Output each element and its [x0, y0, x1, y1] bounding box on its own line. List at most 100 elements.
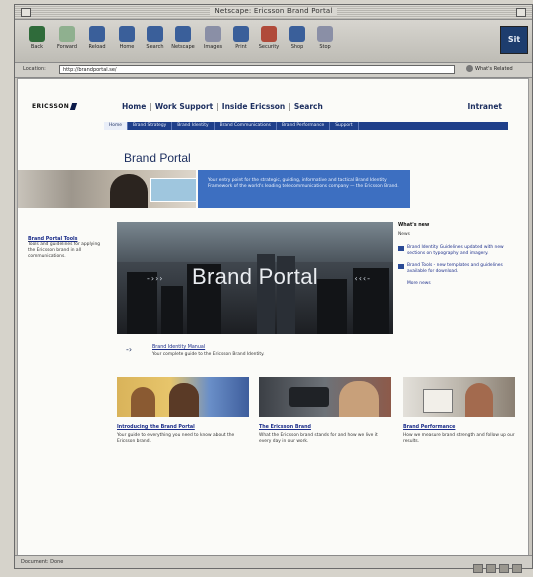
- subnav-home[interactable]: Home: [104, 122, 128, 130]
- hero-strip: Your entry point for the strategic, guid…: [18, 170, 528, 208]
- nav-home[interactable]: Home: [122, 102, 146, 111]
- security-label: Security: [258, 44, 280, 50]
- subnav-support[interactable]: Support: [330, 122, 359, 130]
- related-icon: [466, 65, 473, 72]
- zoom-box[interactable]: [516, 8, 526, 17]
- location-label: Location:: [23, 66, 46, 72]
- shop-label: Shop: [290, 44, 304, 50]
- card-brand-performance[interactable]: Brand Performance How we measure brand s…: [403, 377, 515, 445]
- logo-mark-icon: [70, 103, 78, 110]
- forward-icon: [59, 26, 75, 42]
- images-button[interactable]: Images: [201, 24, 225, 58]
- card-image-phone: [259, 377, 391, 417]
- news-subheading: News: [398, 232, 410, 237]
- hero-intro-box: Your entry point for the strategic, guid…: [198, 170, 410, 208]
- left-sidebar-link[interactable]: Brand Portal Tools Tools and guidelines …: [28, 237, 106, 260]
- print-button[interactable]: Print: [229, 24, 253, 58]
- card-title[interactable]: Introducing the Brand Portal: [117, 425, 249, 430]
- banner-title: Brand Portal: [192, 264, 318, 289]
- content-cards: Introducing the Brand Portal Your guide …: [117, 377, 517, 487]
- site-logo[interactable]: ERICSSON: [32, 103, 78, 110]
- nav-separator: |: [216, 102, 219, 111]
- feature-description: Your complete guide to the Ericsson Bran…: [152, 352, 265, 357]
- stop-button[interactable]: Stop: [313, 24, 337, 58]
- subnav-brand-strategy[interactable]: Brand Strategy: [128, 122, 173, 130]
- intranet-link[interactable]: Intranet: [468, 102, 503, 111]
- banner-building: [161, 286, 183, 334]
- news-item-text[interactable]: Brand Identity Guidelines updated with n…: [407, 245, 504, 256]
- home-button[interactable]: Home: [115, 24, 139, 58]
- navigation-toolbar: Back Forward Reload Home Search Netscape…: [15, 20, 532, 63]
- component-icon[interactable]: [486, 564, 496, 573]
- nav-work-support[interactable]: Work Support: [155, 102, 213, 111]
- news-item[interactable]: Brand Tools - new templates and guidelin…: [398, 263, 518, 275]
- related-label: What's Related: [475, 66, 513, 72]
- status-text: Document: Done: [21, 559, 64, 565]
- news-list: Brand Identity Guidelines updated with n…: [398, 245, 518, 275]
- images-icon: [205, 26, 221, 42]
- subnav-brand-performance[interactable]: Brand Performance: [277, 122, 331, 130]
- brand-portal-banner[interactable]: -››› ‹‹‹- Brand Portal: [117, 222, 393, 334]
- security-icon: [261, 26, 277, 42]
- page-title: Brand Portal: [124, 151, 191, 165]
- mail-icon[interactable]: [499, 564, 509, 573]
- netscape-button[interactable]: Netscape: [171, 24, 195, 58]
- top-navigation: Home | Work Support | Inside Ericsson | Search: [122, 102, 323, 111]
- composer-icon[interactable]: [512, 564, 522, 573]
- print-icon: [233, 26, 249, 42]
- whats-related-button[interactable]: What's Related: [466, 65, 526, 74]
- arrow-right-icon: -›: [126, 345, 133, 354]
- card-description: What the Ericsson brand stands for and h…: [259, 433, 378, 444]
- more-news-link[interactable]: More news: [407, 281, 518, 286]
- card-introducing[interactable]: Introducing the Brand Portal Your guide …: [117, 377, 249, 445]
- search-label: Search: [146, 44, 164, 50]
- back-button[interactable]: Back: [25, 24, 49, 58]
- card-description: Your guide to everything you need to kno…: [117, 433, 235, 444]
- security-button[interactable]: Security: [257, 24, 281, 58]
- forward-button[interactable]: Forward: [55, 24, 79, 58]
- logo-text: ERICSSON: [32, 103, 70, 110]
- nav-separator: |: [288, 102, 291, 111]
- url-field[interactable]: http://brandportal.se/: [59, 65, 455, 74]
- card-image-people: [117, 377, 249, 417]
- nav-inside-ericsson[interactable]: Inside Ericsson: [222, 102, 286, 111]
- status-bar: Document: Done: [15, 555, 532, 573]
- status-icons: [470, 558, 522, 577]
- forward-label: Forward: [56, 44, 78, 50]
- back-icon: [29, 26, 45, 42]
- images-label: Images: [203, 44, 223, 50]
- lock-icon[interactable]: [473, 564, 483, 573]
- news-item[interactable]: Brand Identity Guidelines updated with n…: [398, 245, 518, 257]
- subnav-brand-identity[interactable]: Brand Identity: [172, 122, 215, 130]
- card-ericsson-brand[interactable]: The Ericsson Brand What the Ericsson bra…: [259, 377, 391, 445]
- reload-button[interactable]: Reload: [85, 24, 109, 58]
- hero-person-silhouette: [110, 174, 148, 208]
- left-link-description: Tools and guidelines for applying the Er…: [28, 242, 101, 259]
- home-icon: [119, 26, 135, 42]
- card-title[interactable]: The Ericsson Brand: [259, 425, 391, 430]
- shop-button[interactable]: Shop: [285, 24, 309, 58]
- page-content: ERICSSON Home | Work Support | Inside Ericss…: [17, 78, 529, 556]
- card-title[interactable]: Brand Performance: [403, 425, 515, 430]
- search-button[interactable]: Search: [143, 24, 167, 58]
- feature-title[interactable]: Brand Identity Manual: [152, 345, 205, 350]
- bullet-icon: [398, 264, 404, 269]
- netscape-icon: [175, 26, 191, 42]
- news-column: What's new News Brand Identity Guideline…: [398, 223, 518, 286]
- title-bar[interactable]: Netscape: Ericsson Brand Portal: [15, 5, 532, 20]
- print-label: Print: [235, 44, 247, 50]
- subnav-brand-communications[interactable]: Brand Communications: [215, 122, 277, 130]
- back-label: Back: [30, 44, 44, 50]
- bullet-icon: [398, 246, 404, 251]
- window-title-text: Netscape: Ericsson Brand Portal: [210, 7, 337, 15]
- sub-navigation: Home Brand Strategy Brand Identity Brand…: [104, 122, 508, 130]
- netscape-label: Netscape: [171, 44, 195, 50]
- reload-label: Reload: [88, 44, 106, 50]
- browser-throbber-logo[interactable]: Sit: [500, 26, 528, 54]
- hero-document-image: [150, 178, 196, 202]
- stop-label: Stop: [319, 44, 331, 50]
- nav-search[interactable]: Search: [294, 102, 323, 111]
- browser-window: Netscape: Ericsson Brand Portal Back For…: [14, 4, 533, 573]
- news-item-text[interactable]: Brand Tools - new templates and guidelin…: [407, 263, 503, 274]
- shop-icon: [289, 26, 305, 42]
